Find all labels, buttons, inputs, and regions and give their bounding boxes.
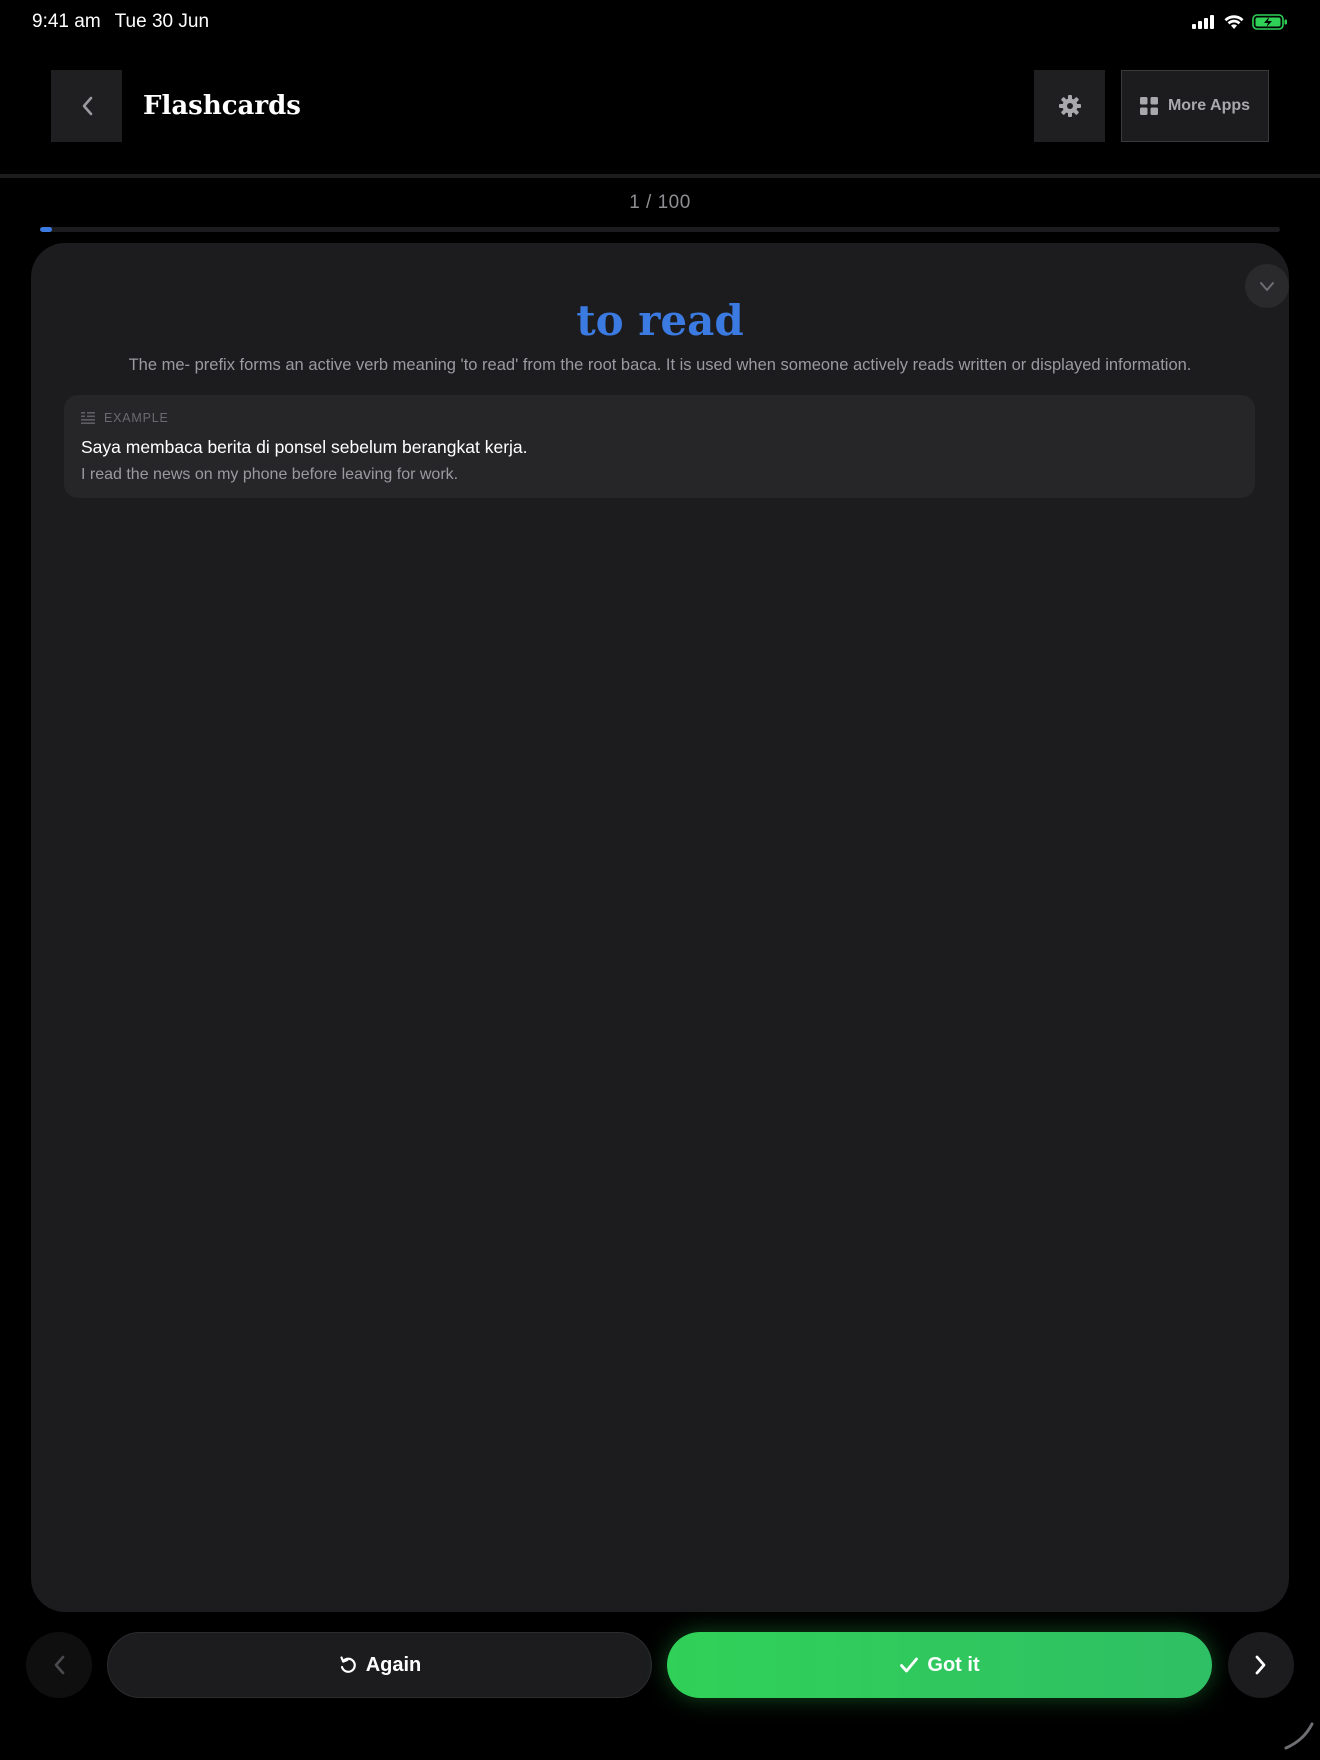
- previous-card-button[interactable]: [26, 1632, 92, 1698]
- back-button[interactable]: [51, 70, 122, 142]
- flashcard-term: to read: [576, 296, 744, 345]
- example-translation: I read the news on my phone before leavi…: [81, 466, 459, 483]
- again-button[interactable]: Again: [107, 1632, 652, 1698]
- header-divider: [0, 174, 1320, 178]
- next-card-button[interactable]: [1228, 1632, 1294, 1698]
- got-it-button[interactable]: Got it: [667, 1632, 1212, 1698]
- status-time: 9:41 am: [32, 11, 101, 32]
- more-apps-label: More Apps: [1167, 97, 1251, 114]
- flashcards-screen: 9:41 am Tue 30 Jun Flashcards More Apps …: [0, 0, 1320, 1760]
- chevron-left-icon: [82, 96, 92, 116]
- status-bar: 9:41 am Tue 30 Jun: [0, 0, 1320, 44]
- battery-charging-icon: [1252, 14, 1287, 30]
- page-title: Flashcards: [143, 91, 301, 121]
- status-right: [1192, 14, 1288, 30]
- text-lines-icon: [81, 412, 95, 424]
- checkmark-icon: [900, 1657, 919, 1673]
- progress-bar: [40, 227, 1280, 232]
- flashcard-explanation: The me- prefix forms an active verb mean…: [128, 356, 1192, 374]
- rotate-ccw-icon: [340, 1656, 356, 1673]
- flashcard[interactable]: to read The me- prefix forms an active v…: [31, 243, 1289, 1612]
- settings-button[interactable]: [1034, 70, 1105, 142]
- home-indicator: [1284, 1722, 1314, 1750]
- chevron-left-icon: [54, 1655, 65, 1675]
- status-left: 9:41 am Tue 30 Jun: [32, 11, 209, 33]
- example-box: EXAMPLE Saya membaca berita di ponsel se…: [64, 395, 1255, 498]
- again-label: Again: [365, 1653, 422, 1676]
- gear-icon: [1058, 95, 1081, 117]
- wifi-icon: [1224, 14, 1244, 29]
- more-apps-button[interactable]: More Apps: [1121, 70, 1269, 142]
- example-sentence: Saya membaca berita di ponsel sebelum be…: [81, 437, 528, 457]
- header: Flashcards More Apps: [0, 70, 1320, 144]
- example-label: EXAMPLE: [104, 411, 169, 425]
- chevron-right-icon: [1255, 1655, 1266, 1675]
- status-date: Tue 30 Jun: [114, 11, 210, 32]
- progress-bar-fill: [40, 227, 53, 232]
- got-it-label: Got it: [927, 1653, 980, 1676]
- cellular-signal-icon: [1192, 15, 1214, 29]
- example-header: EXAMPLE: [81, 409, 1238, 427]
- grid-icon: [1139, 97, 1158, 115]
- progress-counter: 1 / 100: [629, 192, 691, 213]
